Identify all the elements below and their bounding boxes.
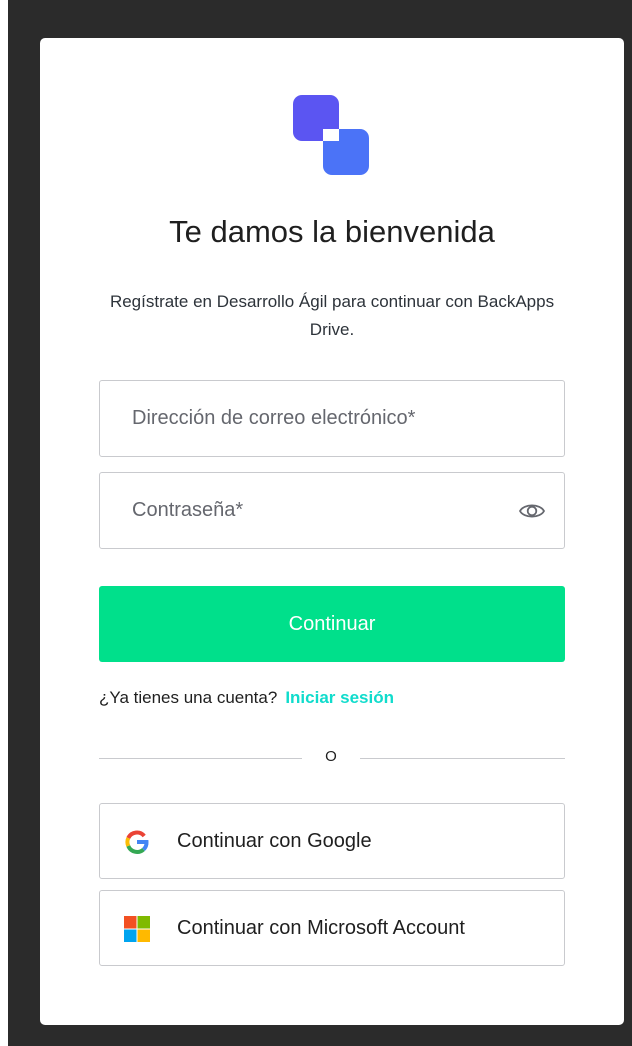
google-button[interactable]: Continuar con Google bbox=[99, 803, 565, 879]
divider-label: O bbox=[325, 748, 337, 765]
divider-line-right bbox=[360, 758, 565, 759]
microsoft-button[interactable]: Continuar con Microsoft Account bbox=[99, 890, 565, 966]
eye-icon[interactable] bbox=[518, 499, 546, 523]
google-icon bbox=[125, 830, 149, 854]
microsoft-icon bbox=[124, 916, 150, 942]
microsoft-button-label: Continuar con Microsoft Account bbox=[177, 917, 465, 939]
login-prompt-row: ¿Ya tienes una cuenta? Iniciar sesión bbox=[99, 688, 394, 708]
continue-button[interactable]: Continuar bbox=[99, 586, 565, 662]
login-prompt-text: ¿Ya tienes una cuenta? bbox=[99, 688, 278, 707]
email-field[interactable] bbox=[99, 380, 565, 457]
page-subtitle: Regístrate en Desarrollo Ágil para conti… bbox=[109, 292, 555, 339]
divider-line-left bbox=[99, 758, 302, 759]
backapps-logo-icon bbox=[293, 95, 369, 175]
login-link[interactable]: Iniciar sesión bbox=[285, 688, 394, 707]
email-input[interactable] bbox=[100, 381, 564, 456]
signup-card: Te damos la bienvenida Regístrate en Des… bbox=[40, 38, 624, 1025]
google-button-label: Continuar con Google bbox=[177, 830, 372, 852]
password-input[interactable] bbox=[100, 473, 564, 548]
background-edge bbox=[0, 0, 8, 1046]
password-field[interactable] bbox=[99, 472, 565, 549]
page-title: Te damos la bienvenida bbox=[169, 214, 495, 249]
